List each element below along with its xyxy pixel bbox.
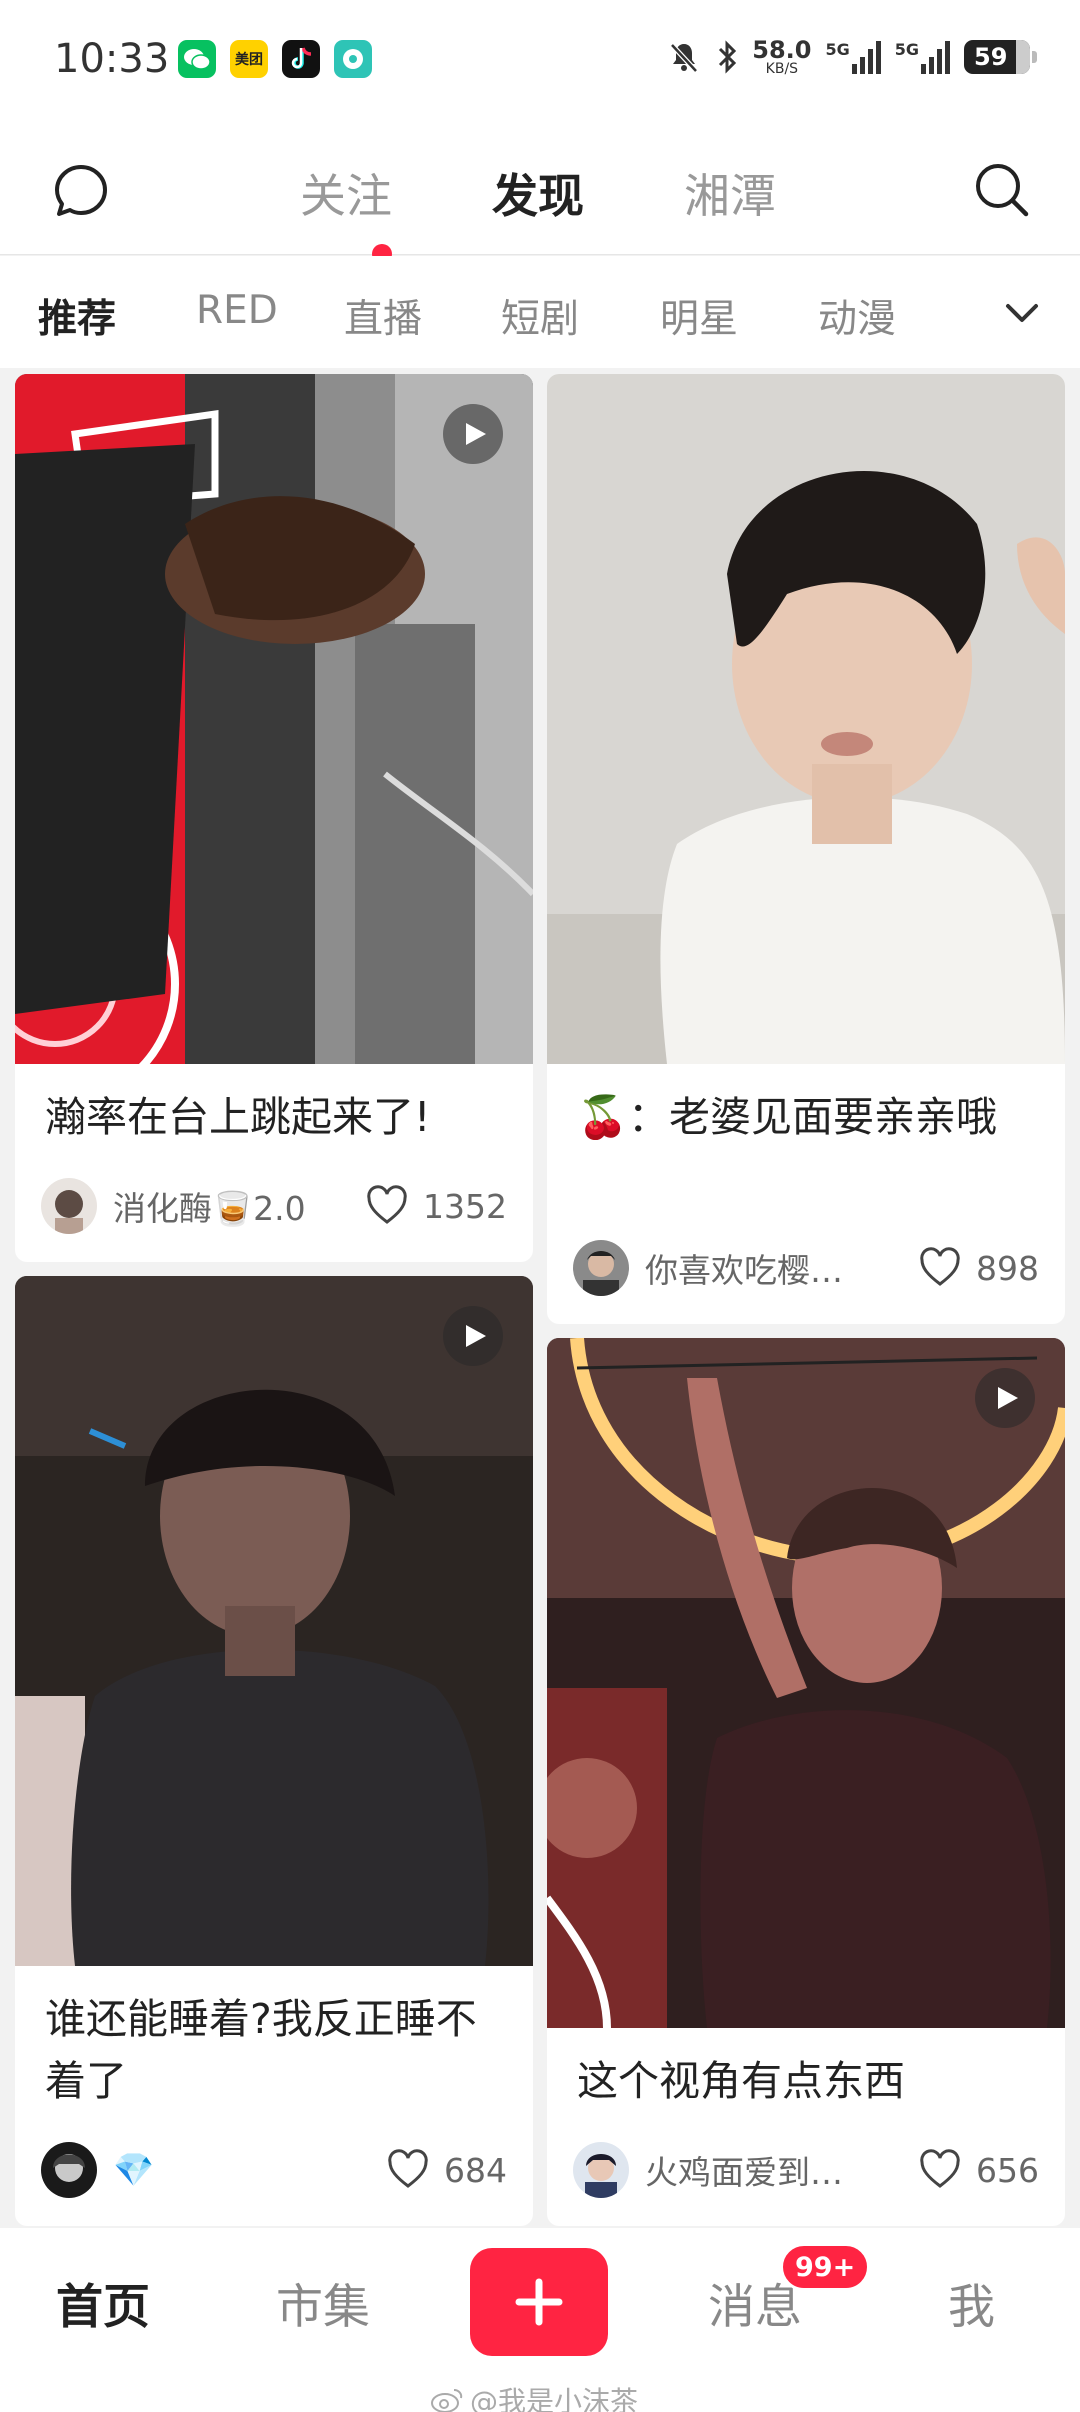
network-speed-unit: KB/S [765, 61, 799, 77]
meituan-icon: 美团 [230, 40, 268, 78]
avatar[interactable] [41, 2142, 97, 2198]
post-cover-image [547, 1338, 1065, 2028]
signal-bars-icon [921, 40, 950, 74]
douyin-icon [282, 40, 320, 78]
video-play-icon [443, 404, 503, 464]
signal-1-label: 5G [825, 40, 850, 59]
category-anime[interactable]: 动漫 [818, 288, 896, 344]
battery-icon: 59 [964, 40, 1037, 74]
wechat-icon [178, 40, 216, 78]
signal-bars-icon [851, 40, 881, 74]
bottom-navigation: 首页 市集 消息 99+ 我 @我是小沫茶 [0, 2228, 1080, 2412]
like-count: 898 [976, 1248, 1039, 1288]
video-play-icon [443, 1306, 503, 1366]
plus-icon [515, 2278, 563, 2326]
heart-icon [388, 2149, 428, 2188]
post-cover-image [547, 374, 1065, 1064]
feed-card[interactable]: 这个视角有点东西 火鸡面爱到… 656 [547, 1338, 1065, 2226]
create-post-button[interactable] [470, 2248, 608, 2356]
avatar[interactable] [573, 2142, 629, 2198]
post-cover-image [15, 374, 533, 1064]
like-count: 684 [444, 2150, 507, 2190]
category-celebrity[interactable]: 明星 [660, 288, 738, 344]
search-icon[interactable] [970, 158, 1032, 220]
post-title: 这个视角有点东西 [577, 2057, 905, 2105]
category-short-drama[interactable]: 短剧 [501, 288, 579, 344]
nav-market[interactable]: 市集 [276, 2268, 370, 2337]
nav-me[interactable]: 我 [948, 2268, 995, 2337]
messages-badge: 99+ [780, 2243, 871, 2291]
post-meta: 火鸡面爱到… 656 [573, 2142, 1039, 2198]
top-navigation: 关注 发现 湘潭 [0, 120, 1080, 349]
feed-grid: 瀚率在台上跳起来了! 消化酶🥃2.0 1352 🍒：老婆见面要亲亲哦 你喜欢吃樱… [0, 368, 1080, 2228]
heart-icon [367, 1185, 407, 1224]
category-red[interactable]: RED [196, 288, 278, 333]
signal-2-label: 5G [894, 40, 919, 59]
author-name[interactable]: 消化酶🥃2.0 [113, 1182, 353, 1230]
signal-1: 5G [825, 40, 881, 74]
tab-discover[interactable]: 发现 [492, 160, 584, 226]
like-count: 1352 [423, 1186, 507, 1226]
category-recommend[interactable]: 推荐 [38, 288, 116, 344]
nav-home[interactable]: 首页 [56, 2268, 150, 2337]
status-bar: 10:33 美团 58.0 KB/S 5G 5G 59 [0, 0, 1080, 120]
chat-bubble-app-icon [334, 40, 372, 78]
status-indicators: 58.0 KB/S 5G 5G 59 [666, 38, 1037, 76]
like-button[interactable]: 684 [386, 2148, 507, 2192]
video-play-icon [975, 1368, 1035, 1428]
category-bar: 推荐 RED 直播 短剧 明星 动漫 [0, 256, 1080, 368]
feed-card[interactable]: 瀚率在台上跳起来了! 消化酶🥃2.0 1352 [15, 374, 533, 1262]
heart-icon [920, 2149, 960, 2188]
post-title: 瀚率在台上跳起来了! [45, 1093, 431, 1141]
feed-card[interactable]: 🍒：老婆见面要亲亲哦 你喜欢吃樱… 898 [547, 374, 1065, 1324]
status-time: 10:33 [54, 36, 170, 82]
like-button[interactable]: 1352 [365, 1184, 507, 1228]
post-title: 谁还能睡着?我反正睡不着了 [45, 1995, 477, 2105]
battery-level: 59 [974, 43, 1008, 71]
post-cover-image [15, 1276, 533, 1966]
avatar[interactable] [41, 1178, 97, 1234]
bluetooth-icon [719, 40, 737, 74]
like-count: 656 [976, 2150, 1039, 2190]
chevron-down-icon[interactable] [992, 282, 1052, 342]
network-speed: 58.0 KB/S [752, 38, 811, 76]
post-meta: 💎 684 [41, 2142, 507, 2198]
network-speed-value: 58.0 [752, 36, 812, 64]
post-meta: 你喜欢吃樱… 898 [573, 1240, 1039, 1296]
author-name[interactable]: 💎 [113, 2150, 374, 2190]
like-button[interactable]: 656 [918, 2148, 1039, 2192]
chat-bubble-icon[interactable] [50, 160, 112, 222]
post-title: 🍒：老婆见面要亲亲哦 [577, 1093, 998, 1141]
like-button[interactable]: 898 [918, 1246, 1039, 1290]
signal-2: 5G [895, 40, 950, 74]
feed-card[interactable]: 谁还能睡着?我反正睡不着了 💎 684 [15, 1276, 533, 2226]
tab-local[interactable]: 湘潭 [684, 160, 776, 226]
heart-icon [920, 1247, 960, 1286]
author-name[interactable]: 火鸡面爱到… [645, 2146, 906, 2194]
avatar[interactable] [573, 1240, 629, 1296]
post-meta: 消化酶🥃2.0 1352 [41, 1178, 507, 1234]
meituan-label: 美团 [235, 52, 263, 68]
mute-bell-icon [670, 43, 699, 73]
watermark-text: @我是小沫茶 [470, 2385, 639, 2412]
weibo-icon [431, 2389, 463, 2412]
tab-follow[interactable]: 关注 [300, 160, 392, 226]
status-app-icons: 美团 [178, 40, 372, 78]
category-live[interactable]: 直播 [344, 288, 422, 344]
watermark: @我是小沫茶 [430, 2380, 638, 2412]
author-name[interactable]: 你喜欢吃樱… [645, 1244, 906, 1292]
